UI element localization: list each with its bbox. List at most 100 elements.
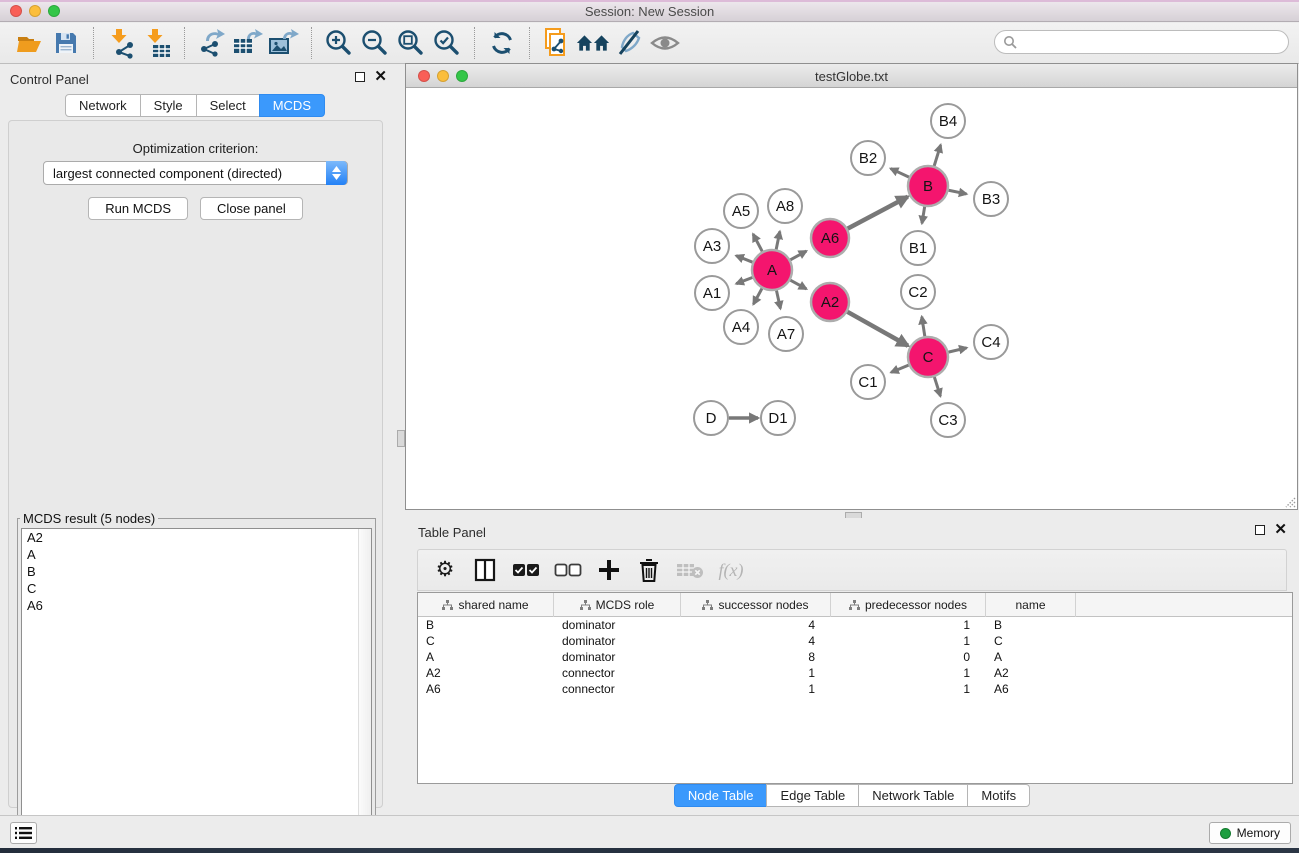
memory-button[interactable]: Memory (1209, 822, 1291, 844)
close-panel-icon[interactable]: ✕ (374, 72, 387, 82)
graph-node[interactable]: A (752, 250, 792, 290)
zoom-fit-button[interactable] (393, 26, 429, 60)
graph-edge[interactable] (736, 256, 752, 263)
graph-edge[interactable] (934, 377, 940, 396)
network-canvas[interactable]: A A1 A2 A3 A4 A5 A6 A7 A8 B B1 B2 B3 B4 C C1 C2 C3 C4 D D1 (406, 88, 1297, 509)
graph-edge[interactable] (922, 207, 925, 224)
tab-select[interactable]: Select (196, 94, 260, 117)
export-image-button[interactable] (266, 26, 302, 60)
graph-node[interactable]: C (908, 337, 948, 377)
graph-node[interactable]: A3 (695, 229, 729, 263)
graph-node[interactable]: A6 (811, 219, 849, 257)
save-session-button[interactable] (48, 26, 84, 60)
column-header[interactable]: shared name (418, 593, 554, 617)
table-row[interactable]: A2connector11A2 (418, 665, 1292, 681)
table-row[interactable]: Adominator80A (418, 649, 1292, 665)
show-hide-button[interactable] (647, 26, 683, 60)
graph-edge[interactable] (934, 145, 940, 166)
graph-edge[interactable] (736, 278, 752, 284)
function-builder-button[interactable]: f(x) (718, 555, 744, 585)
list-item[interactable]: B (22, 563, 371, 580)
table-settings-button[interactable]: ⚙ (432, 555, 458, 585)
table-row[interactable]: A6connector11A6 (418, 681, 1292, 697)
deselect-all-button[interactable] (554, 555, 582, 585)
graph-edge[interactable] (776, 291, 780, 309)
graph-node[interactable]: A5 (724, 194, 758, 228)
close-table-panel-icon[interactable]: ✕ (1274, 525, 1287, 535)
float-table-panel-icon[interactable] (1255, 525, 1265, 535)
graph-edge[interactable] (790, 280, 806, 289)
delete-column-button[interactable] (636, 555, 662, 585)
graph-edge[interactable] (848, 197, 908, 229)
tab-mcds[interactable]: MCDS (259, 94, 325, 117)
create-column-button[interactable] (596, 555, 622, 585)
run-mcds-button[interactable]: Run MCDS (88, 197, 188, 220)
close-panel-button[interactable]: Close panel (200, 197, 303, 220)
graph-node[interactable]: D1 (761, 401, 795, 435)
graph-node[interactable]: A2 (811, 283, 849, 321)
network-window-titlebar[interactable]: testGlobe.txt (406, 64, 1297, 88)
tab-style[interactable]: Style (140, 94, 197, 117)
graph-edge[interactable] (891, 365, 909, 372)
graph-edge[interactable] (790, 251, 806, 260)
graph-edge[interactable] (891, 169, 909, 178)
zoom-out-button[interactable] (357, 26, 393, 60)
zoom-in-button[interactable] (321, 26, 357, 60)
list-item[interactable]: C (22, 580, 371, 597)
import-network-button[interactable] (103, 26, 139, 60)
home-layout-button[interactable] (575, 26, 611, 60)
list-scrollbar[interactable] (358, 529, 371, 848)
column-header[interactable]: predecessor nodes (831, 593, 986, 617)
import-table-button[interactable] (139, 26, 175, 60)
tab-network[interactable]: Network (65, 94, 141, 117)
export-table-button[interactable] (230, 26, 266, 60)
graph-edge[interactable] (753, 288, 762, 304)
graph-edge[interactable] (949, 190, 967, 194)
optimization-criterion-select[interactable]: largest connected component (directed) (43, 161, 348, 185)
graph-edge[interactable] (847, 312, 908, 346)
hide-annotations-button[interactable] (611, 26, 647, 60)
graph-node[interactable]: C4 (974, 325, 1008, 359)
graph-node[interactable]: C2 (901, 275, 935, 309)
list-item[interactable]: A6 (22, 597, 371, 614)
column-layout-button[interactable] (472, 555, 498, 585)
graph-node[interactable]: B (908, 166, 948, 206)
graph-node[interactable]: A4 (724, 310, 758, 344)
graph-node[interactable]: A7 (769, 317, 803, 351)
float-panel-icon[interactable] (355, 72, 365, 82)
graph-node[interactable]: B4 (931, 104, 965, 138)
column-header[interactable]: name (986, 593, 1076, 617)
vertical-splitter-handle[interactable] (397, 430, 405, 447)
tab-motifs[interactable]: Motifs (967, 784, 1030, 807)
graph-edge[interactable] (753, 234, 762, 251)
graph-node[interactable]: B2 (851, 141, 885, 175)
graph-edge[interactable] (922, 317, 925, 337)
tab-edge-table[interactable]: Edge Table (766, 784, 859, 807)
task-history-button[interactable] (10, 822, 37, 844)
tab-node-table[interactable]: Node Table (674, 784, 768, 807)
list-item[interactable]: A (22, 546, 371, 563)
tab-network-table[interactable]: Network Table (858, 784, 968, 807)
column-header[interactable]: successor nodes (681, 593, 831, 617)
new-network-button[interactable] (539, 26, 575, 60)
graph-edge[interactable] (948, 348, 966, 352)
graph-node[interactable]: D (694, 401, 728, 435)
table-row[interactable]: Cdominator41C (418, 633, 1292, 649)
graph-node[interactable]: C3 (931, 403, 965, 437)
select-all-button[interactable] (512, 555, 540, 585)
refresh-button[interactable] (484, 26, 520, 60)
graph-edge[interactable] (776, 231, 780, 249)
zoom-selected-button[interactable] (429, 26, 465, 60)
graph-node[interactable]: A8 (768, 189, 802, 223)
list-item[interactable]: A2 (22, 529, 371, 546)
open-file-button[interactable] (12, 26, 48, 60)
graph-node[interactable]: C1 (851, 365, 885, 399)
export-network-button[interactable] (194, 26, 230, 60)
table-row[interactable]: Bdominator41B (418, 617, 1292, 633)
graph-node[interactable]: B1 (901, 231, 935, 265)
column-header[interactable]: MCDS role (554, 593, 681, 617)
graph-node[interactable]: B3 (974, 182, 1008, 216)
graph-node[interactable]: A1 (695, 276, 729, 310)
delete-table-button[interactable] (676, 555, 704, 585)
search-input[interactable] (994, 30, 1289, 54)
